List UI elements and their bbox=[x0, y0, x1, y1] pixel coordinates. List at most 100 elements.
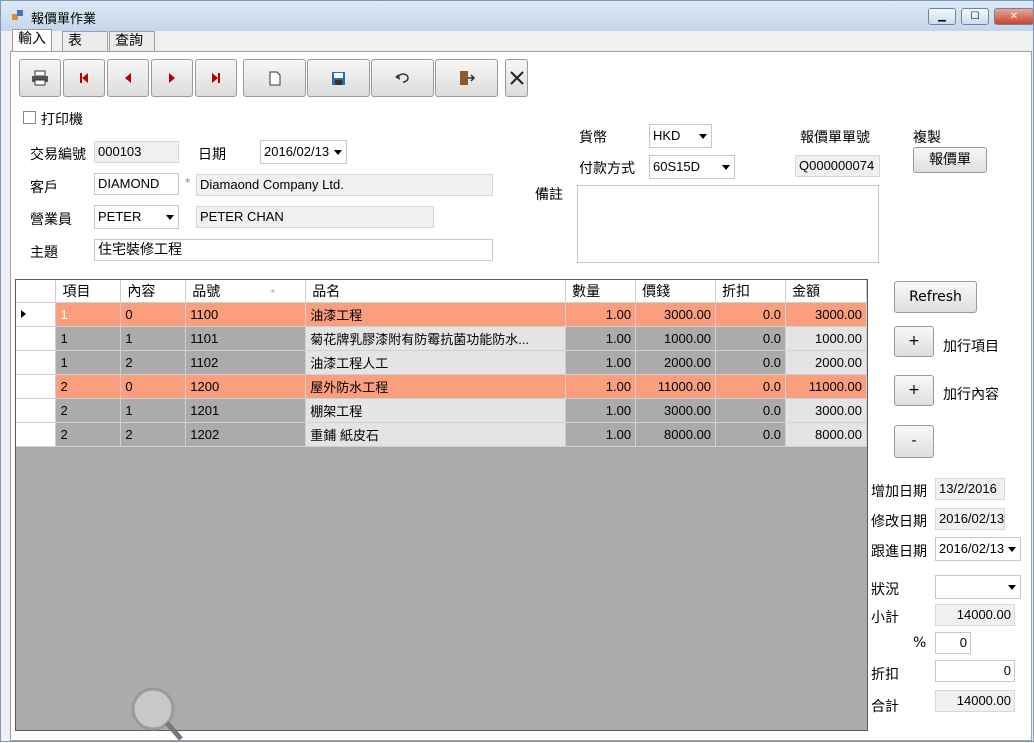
cell-discount[interactable]: 0.0 bbox=[715, 350, 786, 375]
cell-qty[interactable]: 1.00 bbox=[565, 422, 637, 447]
discount-field[interactable]: 0 bbox=[935, 660, 1015, 682]
quote-no-field[interactable]: Q000000074 bbox=[795, 155, 880, 177]
add-item-button[interactable]: + bbox=[894, 326, 934, 357]
cell-code[interactable]: 1101 bbox=[185, 326, 307, 351]
printer-checkbox[interactable] bbox=[23, 111, 36, 124]
col-header-item[interactable]: 項目 bbox=[55, 280, 122, 303]
table-row[interactable]: 1 2 1102 油漆工程人工 1.00 2000.00 0.0 2000.00 bbox=[16, 350, 867, 375]
col-header-amount[interactable]: 金額 bbox=[785, 280, 867, 303]
cell-qty[interactable]: 1.00 bbox=[565, 374, 637, 399]
percent-field[interactable]: 0 bbox=[935, 632, 971, 654]
cell-amount[interactable]: 2000.00 bbox=[785, 350, 867, 375]
sales-name-field[interactable]: PETER CHAN bbox=[196, 206, 434, 228]
cell-name[interactable]: 菊花牌乳膠漆附有防霉抗菌功能防水... bbox=[305, 326, 567, 351]
first-record-button[interactable] bbox=[63, 59, 105, 97]
currency-combo[interactable]: HKD bbox=[649, 124, 712, 148]
cell-name[interactable]: 重鋪 紙皮石 bbox=[305, 422, 567, 447]
modified-date-field[interactable]: 2016/02/13 bbox=[935, 508, 1005, 530]
table-row[interactable]: 2 2 1202 重鋪 紙皮石 1.00 8000.00 0.0 8000.00 bbox=[16, 422, 867, 447]
maximize-button[interactable]: ☐ bbox=[961, 8, 989, 25]
cell-item[interactable]: 1 bbox=[55, 350, 122, 375]
cell-discount[interactable]: 0.0 bbox=[715, 374, 786, 399]
row-header[interactable] bbox=[16, 374, 57, 399]
cell-discount[interactable]: 0.0 bbox=[715, 398, 786, 423]
cell-price[interactable]: 8000.00 bbox=[635, 422, 717, 447]
cell-name[interactable]: 油漆工程人工 bbox=[305, 350, 567, 375]
total-field[interactable]: 14000.00 bbox=[935, 690, 1015, 712]
row-header[interactable] bbox=[16, 422, 57, 447]
cell-price[interactable]: 1000.00 bbox=[635, 326, 717, 351]
cell-item[interactable]: 2 bbox=[55, 422, 122, 447]
cell-price[interactable]: 3000.00 bbox=[635, 398, 717, 423]
minimize-button[interactable]: ▁ bbox=[928, 8, 956, 25]
row-header[interactable] bbox=[16, 398, 57, 423]
cell-price[interactable]: 11000.00 bbox=[635, 374, 717, 399]
cell-name[interactable]: 棚架工程 bbox=[305, 398, 567, 423]
add-content-button[interactable]: + bbox=[894, 375, 934, 406]
customer-code-field[interactable]: DIAMOND bbox=[94, 173, 179, 195]
table-row[interactable]: 2 1 1201 棚架工程 1.00 3000.00 0.0 3000.00 bbox=[16, 398, 867, 423]
cell-item[interactable]: 2 bbox=[55, 398, 122, 423]
row-header[interactable] bbox=[16, 326, 57, 351]
exit-button[interactable] bbox=[435, 59, 498, 97]
cell-amount[interactable]: 8000.00 bbox=[785, 422, 867, 447]
cell-code[interactable]: 1201 bbox=[185, 398, 307, 423]
cell-amount[interactable]: 11000.00 bbox=[785, 374, 867, 399]
date-picker[interactable]: 2016/02/13 bbox=[260, 140, 347, 164]
cell-amount[interactable]: 3000.00 bbox=[785, 398, 867, 423]
cell-content[interactable]: 0 bbox=[120, 302, 187, 327]
cell-discount[interactable]: 0.0 bbox=[715, 422, 786, 447]
table-row[interactable]: 2 0 1200 屋外防水工程 1.00 11000.00 0.0 11000.00 bbox=[16, 374, 867, 399]
tab-table[interactable]: 表 bbox=[62, 31, 108, 51]
copy-quote-button[interactable]: 報價單 bbox=[913, 147, 987, 173]
row-header[interactable] bbox=[16, 302, 57, 327]
payment-combo[interactable]: 60S15D bbox=[649, 155, 735, 179]
tab-query[interactable]: 查詢 bbox=[109, 31, 155, 51]
undo-button[interactable] bbox=[371, 59, 434, 97]
print-button[interactable] bbox=[19, 59, 61, 97]
txn-no-field[interactable]: 000103 bbox=[94, 141, 179, 163]
cell-content[interactable]: 0 bbox=[120, 374, 187, 399]
close-button[interactable]: ✕ bbox=[994, 8, 1034, 25]
cell-item[interactable]: 2 bbox=[55, 374, 122, 399]
cell-price[interactable]: 2000.00 bbox=[635, 350, 717, 375]
sales-combo[interactable]: PETER bbox=[94, 205, 179, 229]
cell-amount[interactable]: 3000.00 bbox=[785, 302, 867, 327]
cell-discount[interactable]: 0.0 bbox=[715, 302, 786, 327]
cell-qty[interactable]: 1.00 bbox=[565, 350, 637, 375]
cell-content[interactable]: 1 bbox=[120, 398, 187, 423]
col-header-price[interactable]: 價錢 bbox=[635, 280, 717, 303]
cell-code[interactable]: 1200 bbox=[185, 374, 307, 399]
status-combo[interactable] bbox=[935, 575, 1021, 599]
cell-discount[interactable]: 0.0 bbox=[715, 326, 786, 351]
col-header-discount[interactable]: 折扣 bbox=[715, 280, 786, 303]
cell-name[interactable]: 油漆工程 bbox=[305, 302, 567, 327]
cell-qty[interactable]: 1.00 bbox=[565, 326, 637, 351]
followup-date-picker[interactable]: 2016/02/13 bbox=[935, 537, 1021, 561]
col-header-qty[interactable]: 數量 bbox=[565, 280, 637, 303]
cell-qty[interactable]: 1.00 bbox=[565, 302, 637, 327]
remarks-field[interactable] bbox=[577, 185, 879, 263]
last-record-button[interactable] bbox=[195, 59, 237, 97]
subject-field[interactable]: 住宅裝修工程 bbox=[94, 239, 493, 261]
table-row[interactable]: 1 0 1100 油漆工程 1.00 3000.00 0.0 3000.00 bbox=[16, 302, 867, 327]
col-header-name[interactable]: 品名 bbox=[305, 280, 567, 303]
cell-content[interactable]: 2 bbox=[120, 422, 187, 447]
cell-name[interactable]: 屋外防水工程 bbox=[305, 374, 567, 399]
prev-record-button[interactable] bbox=[107, 59, 149, 97]
col-header-code[interactable]: 品號 * bbox=[185, 280, 307, 303]
new-button[interactable] bbox=[243, 59, 306, 97]
cell-item[interactable]: 1 bbox=[55, 326, 122, 351]
quote-lines-grid[interactable]: 項目 內容 品號 * 品名 數量 價錢 折扣 金額 1 0 1100 油漆工程 1.00 3… bbox=[15, 279, 868, 731]
tab-input[interactable]: 輸入 bbox=[12, 29, 52, 51]
row-header[interactable] bbox=[16, 350, 57, 375]
subtotal-field[interactable]: 14000.00 bbox=[935, 604, 1015, 626]
created-date-field[interactable]: 13/2/2016 bbox=[935, 478, 1005, 500]
cell-amount[interactable]: 1000.00 bbox=[785, 326, 867, 351]
cell-qty[interactable]: 1.00 bbox=[565, 398, 637, 423]
next-record-button[interactable] bbox=[151, 59, 193, 97]
cell-code[interactable]: 1202 bbox=[185, 422, 307, 447]
customer-name-field[interactable]: Diamaond Company Ltd. bbox=[196, 174, 493, 196]
save-button[interactable] bbox=[307, 59, 370, 97]
cell-content[interactable]: 2 bbox=[120, 350, 187, 375]
